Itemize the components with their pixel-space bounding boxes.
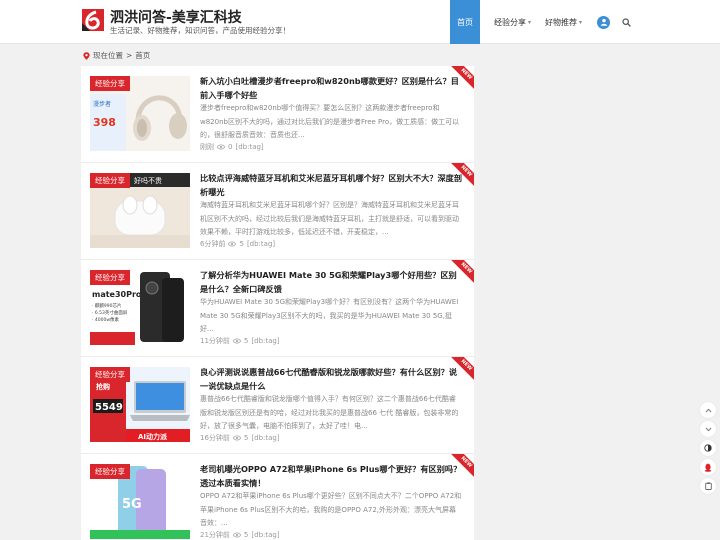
clipboard-icon <box>704 482 712 490</box>
feedback-button[interactable] <box>700 478 716 494</box>
category-tag[interactable]: 经验分享 <box>90 76 130 91</box>
post-db-tag: [db:tag] <box>246 240 276 248</box>
qq-contact-button[interactable] <box>700 459 716 475</box>
breadcrumb-home-link[interactable]: 首页 <box>135 50 150 61</box>
scroll-top-button[interactable] <box>700 402 716 418</box>
category-tag[interactable]: 经验分享 <box>90 367 130 382</box>
thumb-model: mate30Pro <box>92 290 142 299</box>
post-excerpt: 华为HUAWEI Mate 30 5G和荣耀Play3哪个好？有区别没有？这两个… <box>200 298 459 333</box>
nav-recommend-label: 好物推荐 <box>544 17 577 27</box>
post-time: 21分钟前 <box>200 531 230 539</box>
post-list: 398 漫步者 经验分享 NEW 新入坑小白吐槽漫步者freepro和w820n… <box>81 66 474 540</box>
post-meta: 6分钟前 5 [db:tag] <box>200 239 275 249</box>
post-card: 398 漫步者 经验分享 NEW 新入坑小白吐槽漫步者freepro和w820n… <box>81 66 474 163</box>
post-excerpt: 漫步者freepro和w820nb哪个值得买？要怎么区别？这两款漫步者freep… <box>200 104 460 139</box>
post-excerpt: OPPO A72和苹果iPhone 6s Plus哪个更好些？区别不同点大不？二… <box>200 492 462 527</box>
header-tools <box>589 0 720 44</box>
eye-icon <box>217 144 225 150</box>
nav-experience-label: 经验分享 <box>493 17 526 27</box>
chevron-up-icon <box>705 408 711 412</box>
post-title[interactable]: 比较点评海威特蓝牙耳机和艾米尼蓝牙耳机哪个好？区别大不大？深度剖析曝光 <box>200 171 462 199</box>
eye-icon <box>232 338 241 344</box>
thumb-spec-3: · 4000w像素 <box>92 316 119 323</box>
post-views: 0 <box>228 143 233 151</box>
nav-home-label: 首页 <box>456 17 473 27</box>
nav-item-home[interactable]: 首页 <box>449 0 480 44</box>
thumb-spec-1: · 麒麟990芯片 <box>92 302 122 309</box>
category-tag[interactable]: 经验分享 <box>90 270 130 285</box>
contrast-icon <box>704 444 712 452</box>
post-db-tag: [db:tag] <box>251 434 280 442</box>
post-db-tag: [db:tag] <box>251 337 280 345</box>
breadcrumb-current-label: 现在位置 <box>93 51 123 60</box>
thumb-promo: 抢购 <box>96 382 110 391</box>
post-meta: 16分钟前 5 [db:tag] <box>200 433 280 443</box>
post-excerpt: 惠普战66七代酷睿版和锐龙版哪个值得入手？有何区别？这二个惠普战66七代酷睿版和… <box>200 395 459 430</box>
thumb-headline: 好吗不贵 <box>134 176 162 185</box>
eye-icon <box>228 241 237 247</box>
site-title[interactable]: 泗洪问答-美享汇科技 <box>110 7 242 27</box>
post-card: mate30Pro · 麒麟990芯片 · 6.53英寸曲面屏 · 4000w像… <box>81 260 474 357</box>
user-login-button[interactable] <box>597 15 610 29</box>
post-card: 5G 经验分享 NEW 老司机曝光OPPO A72和苹果iPhone 6s Pl… <box>81 454 474 540</box>
thumb-5g-label: 5G <box>122 497 142 512</box>
post-excerpt: 海威特蓝牙耳机和艾米尼蓝牙耳机哪个好？区别是？海威特蓝牙耳机和艾米尼蓝牙耳机区别… <box>200 201 459 236</box>
thumb-slogan: AI动力派 <box>138 432 168 441</box>
post-title[interactable]: 老司机曝光OPPO A72和苹果iPhone 6s Plus哪个更好？有区别吗？… <box>200 462 462 490</box>
dark-mode-button[interactable] <box>700 440 716 456</box>
breadcrumb: 现在位置 > 首页 <box>83 50 150 61</box>
post-time: 6分钟前 <box>200 240 226 248</box>
breadcrumb-separator: > <box>126 51 133 60</box>
main-nav: 首页 经验分享 ▾ 好物推荐 ▾ <box>449 0 720 44</box>
post-meta: 21分钟前 5 [db:tag] <box>200 530 280 540</box>
nav-item-recommend[interactable]: 好物推荐 ▾ <box>538 0 589 44</box>
post-views: 5 <box>239 240 244 248</box>
scroll-bottom-button[interactable] <box>700 421 716 437</box>
category-tag[interactable]: 经验分享 <box>90 173 130 188</box>
thumb-spec-2: · 6.53英寸曲面屏 <box>92 309 128 316</box>
location-pin-icon <box>83 51 90 60</box>
post-card: 抢购 5549 AI动力派 经验分享 NEW 良心评测说说惠普战66七代酷睿版和… <box>81 357 474 454</box>
category-tag[interactable]: 经验分享 <box>90 464 130 479</box>
post-db-tag: [db:tag] <box>235 143 264 151</box>
post-views: 5 <box>243 337 249 345</box>
nav-item-experience[interactable]: 经验分享 ▾ <box>487 0 538 44</box>
eye-icon <box>232 532 241 538</box>
post-meta: 刚刚 0 [db:tag] <box>200 142 264 152</box>
site-logo-icon[interactable] <box>82 9 104 31</box>
search-button[interactable] <box>620 16 632 28</box>
thumb-price: 398 <box>93 116 116 129</box>
site-header: 泗洪问答-美享汇科技 生活记录、好物推荐，知识问答，产品使用经验分享！ 首页 经… <box>0 0 720 44</box>
post-meta: 11分钟前 5 [db:tag] <box>200 336 280 346</box>
chevron-down-icon: ▾ <box>527 18 531 26</box>
post-title[interactable]: 了解分析华为HUAWEI Mate 30 5G和荣耀Play3哪个好用些？区别是… <box>200 268 462 296</box>
post-card: 好吗不贵 经验分享 NEW 比较点评海威特蓝牙耳机和艾米尼蓝牙耳机哪个好？区别大… <box>81 163 474 260</box>
chevron-down-icon <box>705 427 711 431</box>
user-icon <box>600 18 607 26</box>
search-icon <box>621 17 631 27</box>
post-views: 5 <box>243 434 249 442</box>
post-db-tag: [db:tag] <box>251 531 280 539</box>
post-time: 16分钟前 <box>200 434 230 442</box>
eye-icon <box>232 435 241 441</box>
post-title[interactable]: 良心评测说说惠普战66七代酷睿版和锐龙版哪款好些？有什么区别？说一说优缺点是什么 <box>200 365 462 393</box>
thumb-brand: 漫步者 <box>93 100 111 108</box>
post-time: 11分钟前 <box>200 337 230 345</box>
post-time: 刚刚 <box>200 143 214 151</box>
chevron-down-icon: ▾ <box>578 18 582 26</box>
qq-icon <box>704 463 712 472</box>
thumb-price: 5549 <box>95 402 123 413</box>
post-views: 5 <box>243 531 249 539</box>
site-description: 生活记录、好物推荐，知识问答，产品使用经验分享！ <box>110 26 290 35</box>
floating-toolbar <box>700 402 716 497</box>
post-title[interactable]: 新入坑小白吐槽漫步者freepro和w820nb哪款更好？区别是什么？目前入手哪… <box>200 74 462 102</box>
